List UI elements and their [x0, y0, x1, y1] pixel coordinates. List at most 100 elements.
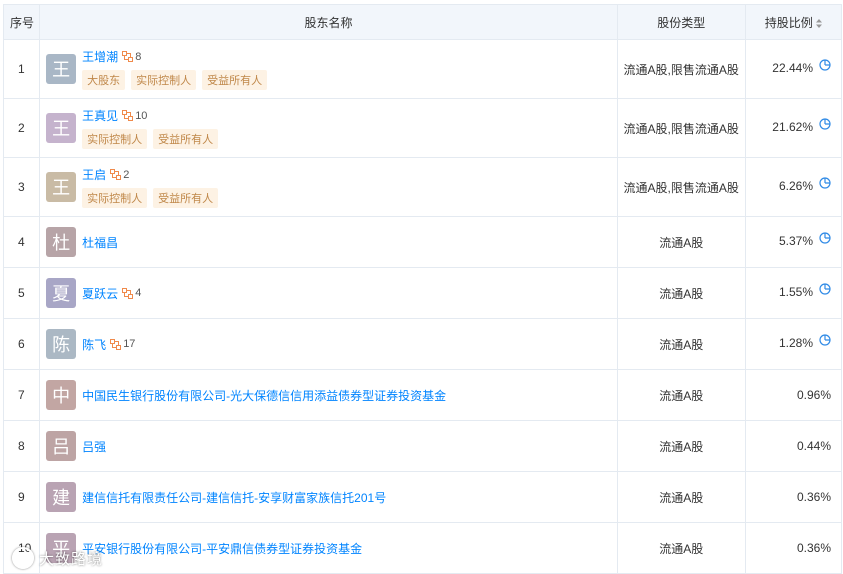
- watermark: 大致路境: [12, 547, 103, 569]
- share-type: 流通A股: [616, 522, 746, 574]
- holding-chart-icon[interactable]: [819, 283, 831, 298]
- shareholder-name-link[interactable]: 王增潮: [82, 48, 118, 65]
- shareholder-cell: 陈陈飞 17: [39, 318, 618, 370]
- shareholder-cell: 中中国民生银行股份有限公司-光大保德信信用添益债券型证券投资基金: [39, 369, 618, 421]
- avatar: 吕: [46, 431, 77, 461]
- holding-ratio: 1.55%: [778, 285, 813, 300]
- role-tags: 大股东 实际控制人 受益所有人: [82, 70, 273, 90]
- table-header-row: 序号 股东名称 股份类型 持股比例: [2, 4, 843, 40]
- shareholder-cell: 王王真见 10 实际控制人 受益所有人: [39, 98, 618, 158]
- relation-count[interactable]: 10: [122, 110, 147, 122]
- share-type: 流通A股,限售流通A股: [616, 98, 746, 158]
- shareholder-cell: 杜杜福昌: [39, 216, 618, 268]
- shareholder-name-link[interactable]: 杜福昌: [82, 234, 118, 251]
- watermark-text: 大致路境: [39, 550, 104, 568]
- holding-chart-icon[interactable]: [819, 118, 831, 133]
- table-row: 8 吕吕强 流通A股 0.44%: [2, 420, 843, 472]
- avatar: 夏: [46, 278, 77, 308]
- table-row: 7 中中国民生银行股份有限公司-光大保德信信用添益债券型证券投资基金 流通A股 0.9…: [2, 369, 843, 421]
- relation-count[interactable]: 2: [110, 169, 129, 181]
- ratio-cell: 1.55%: [744, 267, 843, 319]
- shareholder-cell: 吕吕强: [39, 420, 618, 472]
- row-index: 1: [2, 39, 41, 99]
- holding-chart-icon[interactable]: [819, 334, 831, 349]
- row-index: 8: [2, 420, 41, 472]
- row-index: 6: [2, 318, 41, 370]
- holding-chart-icon[interactable]: [819, 59, 831, 74]
- shareholder-table: 序号 股东名称 股份类型 持股比例 1 王王增潮 8 大股东 实际控制人 受益所有人 流通A…: [2, 4, 843, 574]
- table-row: 6 陈陈飞 17 流通A股 1.28%: [2, 318, 843, 370]
- watermark-logo-icon: [12, 547, 34, 569]
- row-index: 3: [2, 157, 41, 217]
- holding-ratio: 1.28%: [778, 336, 813, 351]
- shareholder-cell: 建建信信托有限责任公司-建信信托-安享财富家族信托201号: [39, 471, 618, 523]
- ratio-cell: 21.62%: [744, 98, 843, 158]
- table-row: 4 杜杜福昌 流通A股 5.37%: [2, 216, 843, 268]
- ratio-cell: 0.96%: [744, 369, 843, 421]
- ratio-cell: 5.37%: [744, 216, 843, 268]
- role-tags: 实际控制人 受益所有人: [82, 129, 224, 149]
- header-ratio[interactable]: 持股比例: [744, 4, 843, 40]
- role-tag: 受益所有人: [153, 188, 219, 208]
- share-type: 流通A股: [616, 318, 746, 370]
- role-tag: 受益所有人: [153, 129, 219, 149]
- role-tag: 大股东: [82, 70, 126, 90]
- row-index: 2: [2, 98, 41, 158]
- holding-ratio: 0.44%: [796, 439, 831, 453]
- avatar: 中: [46, 380, 77, 410]
- share-type: 流通A股: [616, 216, 746, 268]
- holding-ratio: 0.96%: [796, 388, 831, 402]
- relation-count[interactable]: 4: [122, 287, 141, 299]
- avatar: 建: [46, 482, 77, 512]
- shareholder-cell: 平平安银行股份有限公司-平安鼎信债券型证券投资基金: [39, 522, 618, 574]
- shareholder-name-link[interactable]: 中国民生银行股份有限公司-光大保德信信用添益债券型证券投资基金: [82, 387, 446, 404]
- table-row: 2 王王真见 10 实际控制人 受益所有人 流通A股,限售流通A股 21.62%: [2, 98, 843, 158]
- row-index: 4: [2, 216, 41, 268]
- row-index: 5: [2, 267, 41, 319]
- shareholder-name-link[interactable]: 平安银行股份有限公司-平安鼎信债券型证券投资基金: [82, 540, 362, 557]
- table-row: 5 夏夏跃云 4 流通A股 1.55%: [2, 267, 843, 319]
- shareholder-name-link[interactable]: 王真见: [82, 107, 118, 124]
- relation-icon: [110, 169, 123, 180]
- header-shareholder-name: 股东名称: [39, 4, 618, 40]
- relation-count[interactable]: 8: [122, 51, 141, 63]
- table-row: 3 王王启 2 实际控制人 受益所有人 流通A股,限售流通A股 6.26%: [2, 157, 843, 217]
- header-ratio-label: 持股比例: [764, 15, 813, 30]
- sort-icon[interactable]: [815, 18, 822, 28]
- share-type: 流通A股: [616, 369, 746, 421]
- shareholder-name-link[interactable]: 夏跃云: [82, 285, 118, 302]
- holding-ratio: 5.37%: [778, 234, 813, 249]
- shareholder-name-link[interactable]: 陈飞: [82, 336, 106, 353]
- share-type: 流通A股: [616, 471, 746, 523]
- holding-ratio: 21.62%: [772, 120, 813, 135]
- holding-ratio: 22.44%: [772, 61, 813, 76]
- relation-count[interactable]: 17: [110, 338, 135, 350]
- holding-chart-icon[interactable]: [819, 232, 831, 247]
- role-tags: 实际控制人 受益所有人: [82, 188, 224, 208]
- holding-ratio: 6.26%: [778, 179, 813, 194]
- share-type: 流通A股,限售流通A股: [616, 39, 746, 99]
- ratio-cell: 0.44%: [744, 420, 843, 472]
- share-type: 流通A股: [616, 267, 746, 319]
- header-index: 序号: [2, 4, 41, 40]
- ratio-cell: 22.44%: [744, 39, 843, 99]
- role-tag: 受益所有人: [202, 70, 268, 90]
- holding-chart-icon[interactable]: [819, 177, 831, 192]
- shareholder-cell: 王王启 2 实际控制人 受益所有人: [39, 157, 618, 217]
- shareholder-name-link[interactable]: 吕强: [82, 438, 106, 455]
- ratio-cell: 1.28%: [744, 318, 843, 370]
- relation-icon: [110, 338, 123, 350]
- holding-ratio: 0.36%: [796, 541, 831, 555]
- shareholder-cell: 王王增潮 8 大股东 实际控制人 受益所有人: [39, 39, 618, 99]
- header-share-type: 股份类型: [616, 4, 746, 40]
- avatar: 王: [46, 54, 77, 84]
- avatar: 王: [46, 113, 77, 143]
- row-index: 9: [2, 471, 41, 523]
- holding-ratio: 0.36%: [796, 490, 831, 504]
- shareholder-name-link[interactable]: 建信信托有限责任公司-建信信托-安享财富家族信托201号: [82, 489, 386, 506]
- relation-icon: [122, 287, 135, 299]
- shareholder-name-link[interactable]: 王启: [82, 166, 106, 183]
- table-row: 1 王王增潮 8 大股东 实际控制人 受益所有人 流通A股,限售流通A股 22.44%: [2, 39, 843, 99]
- avatar: 王: [46, 172, 77, 202]
- share-type: 流通A股,限售流通A股: [616, 157, 746, 217]
